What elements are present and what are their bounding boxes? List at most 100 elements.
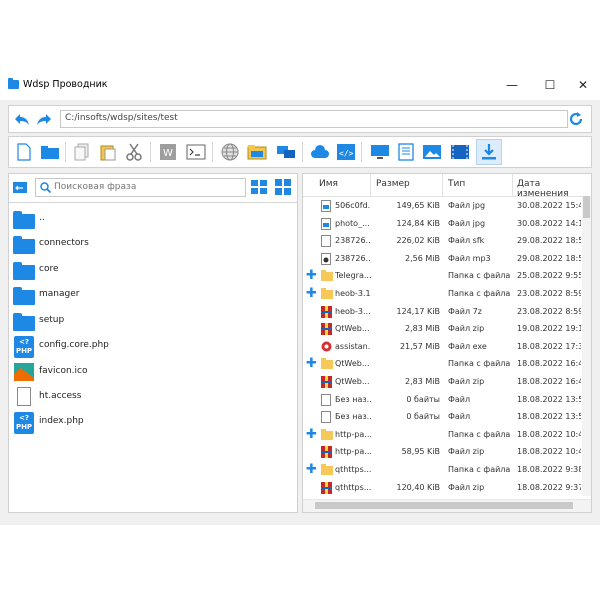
file-size: 2,56 MiB: [405, 253, 440, 263]
search-field[interactable]: Поисковая фраза: [35, 178, 246, 197]
up-folder-icon[interactable]: [13, 180, 27, 193]
file-date: 18.08.2022 16:40: [517, 377, 581, 386]
new-file-icon[interactable]: [13, 141, 35, 163]
list-item[interactable]: <? PHP config.core.php: [11, 334, 295, 358]
list-item[interactable]: setup: [11, 309, 295, 333]
expand-icon[interactable]: [306, 201, 316, 211]
refresh-icon[interactable]: [568, 111, 584, 127]
expand-icon[interactable]: [306, 254, 316, 264]
expand-icon[interactable]: ✚: [306, 463, 317, 476]
file-date: 18.08.2022 9:38: [517, 465, 581, 474]
code-icon[interactable]: </>: [335, 141, 357, 163]
new-folder-icon[interactable]: [39, 141, 61, 163]
file-date: 23.08.2022 8:59: [517, 289, 581, 298]
expand-icon[interactable]: [306, 219, 316, 229]
file-size: 2,83 MiB: [405, 324, 440, 334]
column-divider[interactable]: [370, 174, 371, 196]
file-name: QtWeb...: [335, 377, 370, 386]
column-date[interactable]: Дата изменения: [517, 179, 591, 199]
table-row[interactable]: http-pa... 58,95 KiB Файл zip 18.08.2022 10…: [303, 444, 581, 462]
column-divider[interactable]: [512, 174, 513, 196]
table-row[interactable]: ✚ qthttps... Папка с файла... 18.08.2022 9:…: [303, 462, 581, 480]
table-row[interactable]: qthttps... 120,40 KiB Файл zip 18.08.2022 9…: [303, 480, 581, 498]
list-item[interactable]: connectors: [11, 232, 295, 256]
image-icon[interactable]: [421, 141, 443, 163]
forward-icon[interactable]: [35, 111, 53, 127]
maximize-button[interactable]: ☐: [533, 74, 567, 96]
archive-file-icon: [321, 376, 332, 388]
table-row[interactable]: ✚ heob-3.1 Папка с файла... 23.08.2022 8:59: [303, 286, 581, 304]
file-date: 29.08.2022 18:51: [517, 236, 581, 246]
file-name: assistan...: [335, 341, 371, 351]
scrollbar-thumb[interactable]: [315, 502, 573, 509]
file-date: 29.08.2022 18:50: [517, 253, 581, 263]
expand-icon[interactable]: [306, 342, 316, 352]
expand-icon[interactable]: [306, 483, 316, 493]
expand-icon[interactable]: [306, 324, 316, 334]
cloud-icon[interactable]: [309, 141, 331, 163]
cut-icon[interactable]: [123, 141, 145, 163]
paste-icon[interactable]: [97, 141, 119, 163]
close-button[interactable]: ✕: [566, 74, 600, 96]
table-row[interactable]: 238726... 226,02 KiB Файл sfk 29.08.2022 18…: [303, 233, 581, 251]
expand-icon[interactable]: ✚: [306, 357, 317, 370]
path-input[interactable]: C:/insofts/wdsp/sites/test: [60, 110, 568, 128]
document-icon[interactable]: [395, 141, 417, 163]
table-row[interactable]: Без наз... 0 байты Файл 18.08.2022 13:52: [303, 392, 581, 410]
expand-icon[interactable]: ✚: [306, 269, 317, 282]
item-label: setup: [39, 315, 65, 325]
file-size: 2,83 MiB: [405, 377, 440, 386]
table-row[interactable]: QtWeb... 2,83 MiB Файл zip 18.08.2022 16:40: [303, 374, 581, 392]
expand-icon[interactable]: ✚: [306, 428, 317, 441]
column-type[interactable]: Тип: [448, 179, 465, 189]
terminal-icon[interactable]: [185, 141, 207, 163]
globe-icon[interactable]: [219, 141, 241, 163]
open-folder-icon[interactable]: [246, 141, 268, 163]
column-divider[interactable]: [442, 174, 443, 196]
file-name: Без наз...: [335, 412, 371, 422]
list-view-icon[interactable]: [251, 179, 267, 195]
table-row[interactable]: Без наз... 0 байты Файл 18.08.2022 13:52: [303, 409, 581, 427]
column-size[interactable]: Размер: [376, 179, 410, 189]
table-row[interactable]: photo_... 124,84 KiB Файл jpg 30.08.2022 14…: [303, 216, 581, 234]
list-item[interactable]: <? PHP index.php: [11, 410, 295, 434]
vertical-scrollbar[interactable]: [582, 196, 591, 496]
list-item[interactable]: ht.access: [11, 385, 295, 409]
download-icon[interactable]: [476, 139, 502, 165]
expand-icon[interactable]: ✚: [306, 287, 317, 300]
wdsp-editor-icon[interactable]: W: [157, 141, 179, 163]
archive-file-icon: [321, 446, 332, 459]
copy-icon[interactable]: [71, 141, 93, 163]
list-item[interactable]: manager: [11, 283, 295, 307]
expand-icon[interactable]: [306, 412, 316, 422]
file-date: 18.08.2022 13:52: [517, 412, 581, 422]
file-type: Папка с файла...: [448, 271, 510, 281]
expand-icon[interactable]: [306, 236, 316, 246]
table-row[interactable]: QtWeb... 2,83 MiB Файл zip 19.08.2022 19:19: [303, 321, 581, 339]
file-type: Файл: [448, 394, 471, 404]
list-item[interactable]: favicon.ico: [11, 360, 295, 384]
table-row[interactable]: ✚ Telegra... Папка с файла... 25.08.2022 9:…: [303, 268, 581, 286]
table-row[interactable]: 506c0fd... 149,65 KiB Файл jpg 30.08.2022 1…: [303, 198, 581, 216]
list-item[interactable]: core: [11, 258, 295, 282]
item-label: manager: [39, 289, 80, 299]
table-row[interactable]: heob-3.... 124,17 KiB Файл 7z 23.08.2022 8:…: [303, 304, 581, 322]
expand-icon[interactable]: [306, 395, 316, 405]
table-row[interactable]: assistan... 21,57 MiB Файл exe 18.08.2022 1…: [303, 339, 581, 357]
horizontal-scrollbar[interactable]: [303, 499, 591, 512]
table-row[interactable]: 238726... 2,56 MiB Файл mp3 29.08.2022 18:5…: [303, 251, 581, 269]
back-icon[interactable]: [13, 111, 31, 127]
expand-icon[interactable]: [306, 377, 316, 387]
table-row[interactable]: ✚ QtWeb... Папка с файла... 18.08.2022 16:4…: [303, 356, 581, 374]
grid-view-icon[interactable]: [275, 179, 291, 195]
list-item[interactable]: ..: [11, 207, 295, 231]
network-icon[interactable]: [275, 141, 297, 163]
monitor-icon[interactable]: [369, 141, 391, 163]
table-row[interactable]: ✚ http-pa... Папка с файла... 18.08.2022 10…: [303, 427, 581, 445]
minimize-button[interactable]: —: [495, 74, 529, 96]
expand-icon[interactable]: [306, 447, 316, 457]
scrollbar-thumb[interactable]: [583, 196, 590, 218]
video-icon[interactable]: [449, 141, 471, 163]
column-name[interactable]: Имя: [319, 179, 338, 189]
expand-icon[interactable]: [306, 307, 316, 317]
